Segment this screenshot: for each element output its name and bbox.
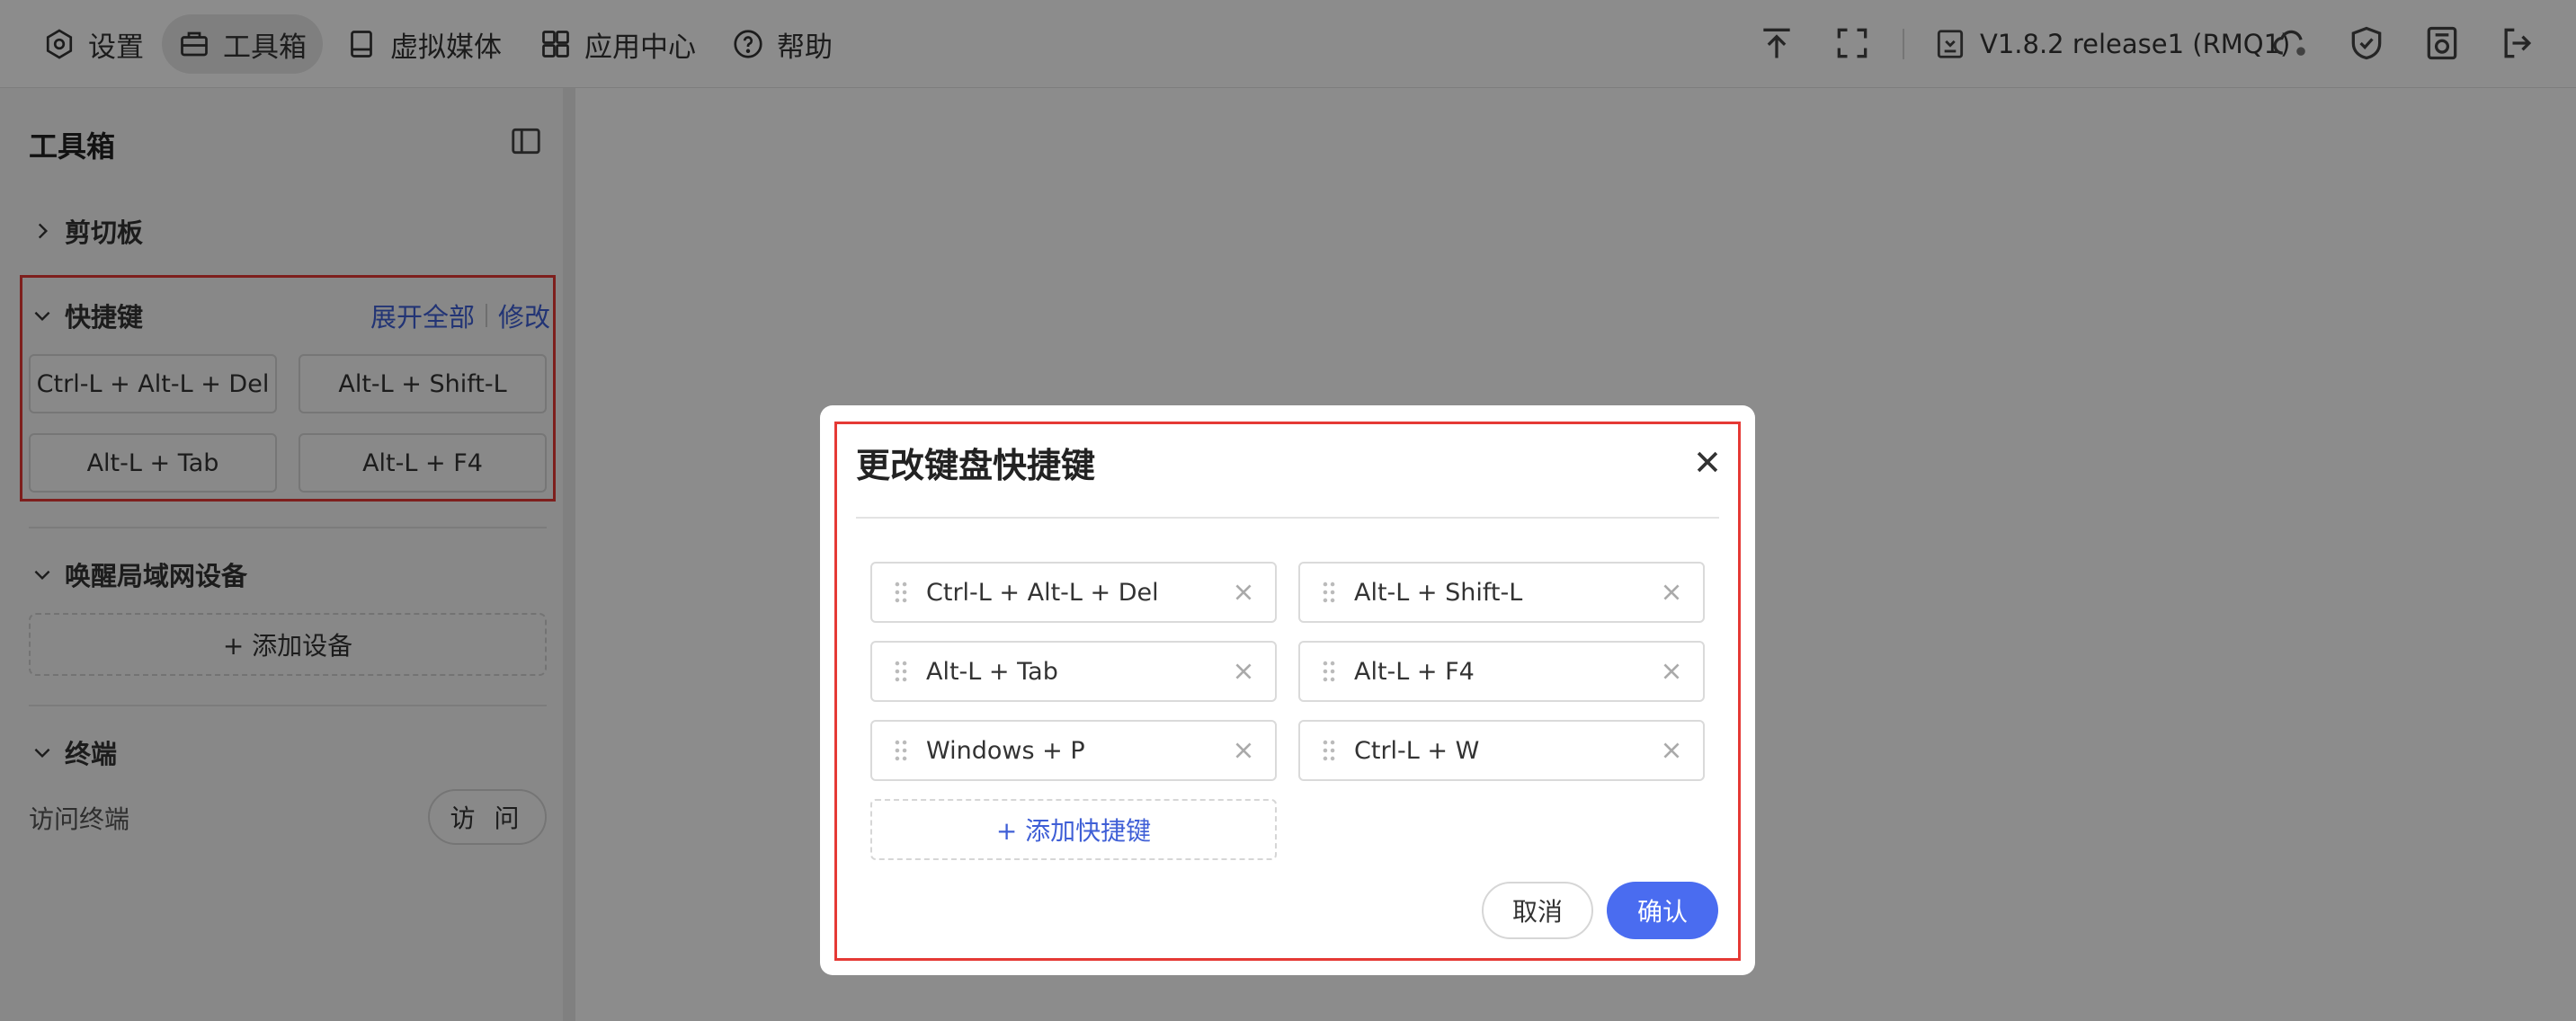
drag-handle-icon[interactable] — [1320, 581, 1338, 604]
remove-icon[interactable] — [1232, 739, 1255, 762]
add-shortcut-button[interactable]: + 添加快捷键 — [870, 799, 1277, 860]
shortcut-item-label: Alt-L + Tab — [926, 657, 1058, 686]
remove-icon[interactable] — [1232, 660, 1255, 683]
shortcut-item-label: Ctrl-L + Alt-L + Del — [926, 578, 1159, 607]
cancel-button[interactable]: 取消 — [1482, 882, 1593, 939]
dialog-divider — [856, 517, 1719, 519]
shortcut-item-label: Alt-L + F4 — [1354, 657, 1475, 686]
drag-handle-icon[interactable] — [892, 581, 910, 604]
shortcut-item-label: Ctrl-L + W — [1354, 736, 1480, 765]
drag-handle-icon[interactable] — [1320, 660, 1338, 683]
drag-handle-icon[interactable] — [1320, 739, 1338, 762]
edit-shortcuts-dialog: 更改键盘快捷键 Ctrl-L + Alt-L + Del Alt-L + Shi… — [820, 405, 1755, 975]
remove-icon[interactable] — [1660, 739, 1683, 762]
shortcut-item[interactable]: Ctrl-L + Alt-L + Del — [870, 562, 1277, 623]
remove-icon[interactable] — [1660, 660, 1683, 683]
shortcut-item[interactable]: Ctrl-L + W — [1298, 720, 1705, 781]
drag-handle-icon[interactable] — [892, 739, 910, 762]
shortcut-item-label: Alt-L + Shift-L — [1354, 578, 1523, 607]
shortcut-item[interactable]: Windows + P — [870, 720, 1277, 781]
confirm-button[interactable]: 确认 — [1607, 882, 1718, 939]
shortcut-item[interactable]: Alt-L + Tab — [870, 641, 1277, 702]
remove-icon[interactable] — [1232, 581, 1255, 604]
close-icon[interactable] — [1692, 447, 1723, 477]
shortcut-item-label: Windows + P — [926, 736, 1085, 765]
shortcut-item[interactable]: Alt-L + Shift-L — [1298, 562, 1705, 623]
drag-handle-icon[interactable] — [892, 660, 910, 683]
remove-icon[interactable] — [1660, 581, 1683, 604]
dialog-title: 更改键盘快捷键 — [856, 446, 1096, 485]
shortcut-item[interactable]: Alt-L + F4 — [1298, 641, 1705, 702]
